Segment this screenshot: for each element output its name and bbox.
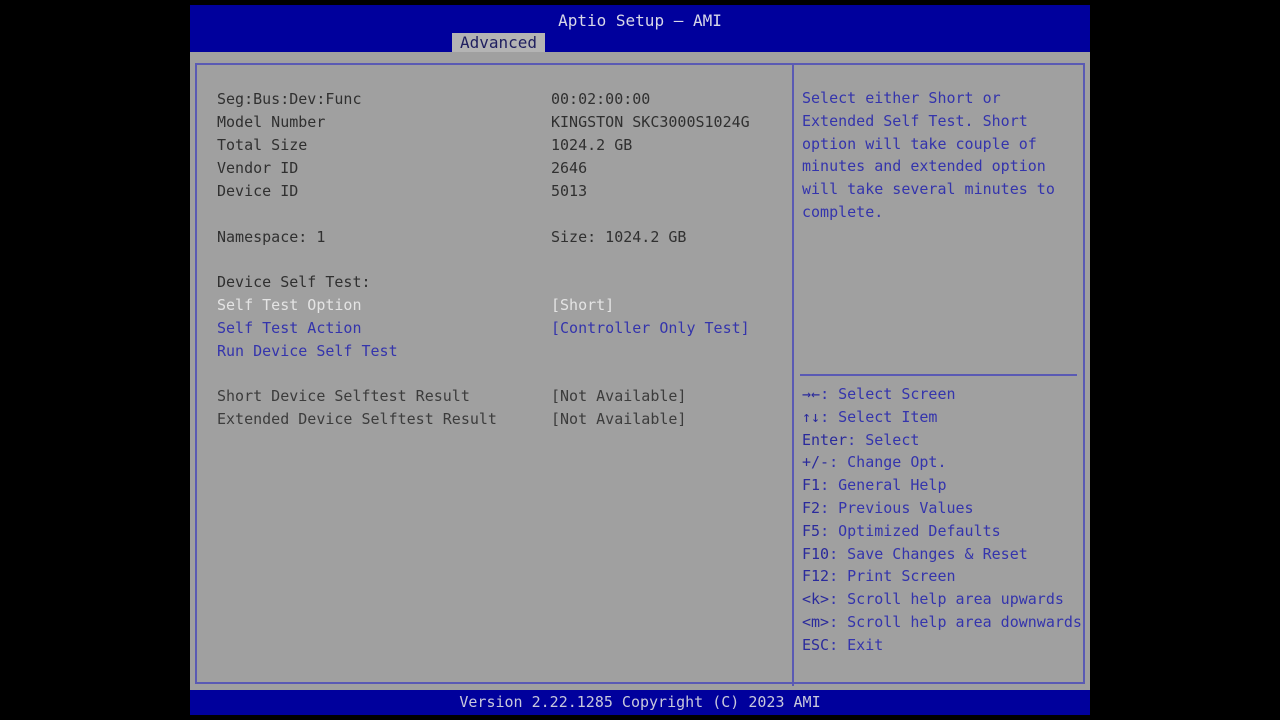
row-label: Self Test Action bbox=[217, 319, 362, 337]
legend-item-change-opt: +/-: Change Opt. bbox=[802, 451, 1082, 474]
legend-item-select-item: ↑↓: Select Item bbox=[802, 406, 1082, 429]
section-header-device-self-test: Device Self Test: bbox=[197, 271, 792, 294]
left-pane: Seg:Bus:Dev:Func 00:02:00:00 Model Numbe… bbox=[197, 65, 792, 686]
menu-item-self-test-action[interactable]: Self Test Action [Controller Only Test] bbox=[197, 317, 792, 340]
legend-key: <m> bbox=[802, 612, 830, 631]
legend-item-f10: F10: Save Changes & Reset bbox=[802, 543, 1082, 566]
row-label: Extended Device Selftest Result bbox=[217, 410, 497, 428]
legend-label: : Previous Values bbox=[820, 498, 974, 517]
status-bar: Version 2.22.1285 Copyright (C) 2023 AMI bbox=[190, 690, 1090, 715]
legend-label: : Exit bbox=[829, 635, 884, 654]
arrows-left-right-icon: →← bbox=[802, 385, 821, 403]
row-label: Seg:Bus:Dev:Func bbox=[217, 90, 362, 108]
menu-item-run-device-self-test[interactable]: Run Device Self Test bbox=[197, 340, 792, 363]
legend-key: Enter bbox=[802, 430, 848, 449]
legend-item-enter: Enter: Select bbox=[802, 429, 1082, 452]
help-text: Select either Short or Extended Self Tes… bbox=[802, 89, 1064, 221]
row-label: Vendor ID bbox=[217, 159, 299, 177]
legend-label: : Select Screen bbox=[820, 385, 956, 403]
table-row: Seg:Bus:Dev:Func 00:02:00:00 bbox=[197, 88, 792, 111]
section-header-label: Device Self Test: bbox=[217, 273, 371, 291]
legend-label: : Select Item bbox=[820, 407, 938, 426]
legend-key: F10 bbox=[802, 544, 830, 563]
namespace-label: Namespace: 1 bbox=[217, 228, 326, 246]
help-pane: Select either Short or Extended Self Tes… bbox=[794, 65, 1085, 686]
legend-key: F2 bbox=[802, 498, 821, 517]
legend-item-scroll-down: <m>: Scroll help area downwards bbox=[802, 611, 1082, 634]
version-text: Version 2.22.1285 Copyright (C) 2023 AMI bbox=[459, 693, 821, 711]
row-label: Device ID bbox=[217, 182, 299, 200]
legend-key: ESC bbox=[802, 635, 830, 654]
legend-label: : Optimized Defaults bbox=[820, 521, 1001, 540]
legend-key: F5 bbox=[802, 521, 821, 540]
body-area: Seg:Bus:Dev:Func 00:02:00:00 Model Numbe… bbox=[190, 56, 1090, 690]
table-row: Total Size 1024.2 GB bbox=[197, 134, 792, 157]
legend-label: : Print Screen bbox=[829, 567, 956, 586]
legend-key: <k> bbox=[802, 590, 830, 609]
legend-label: : Change Opt. bbox=[829, 453, 947, 472]
legend-item-f12: F12: Print Screen bbox=[802, 565, 1082, 588]
row-value: 5013 bbox=[551, 182, 588, 200]
row-label: Model Number bbox=[217, 113, 326, 131]
key-legend: →←: Select Screen ↑↓: Select Item Enter:… bbox=[802, 383, 1082, 657]
row-label: Short Device Selftest Result bbox=[217, 387, 470, 405]
row-value[interactable]: [Controller Only Test] bbox=[551, 317, 750, 340]
namespace-size: Size: 1024.2 GB bbox=[551, 228, 687, 246]
legend-label: : Save Changes & Reset bbox=[829, 544, 1028, 563]
legend-item-esc: ESC: Exit bbox=[802, 634, 1082, 657]
row-value: [Not Available] bbox=[551, 410, 687, 428]
menu-item-self-test-option[interactable]: Self Test Option [Short] bbox=[197, 294, 792, 317]
row-value: [Not Available] bbox=[551, 387, 687, 405]
legend-item-scroll-up: <k>: Scroll help area upwards bbox=[802, 588, 1082, 611]
legend-item-f5: F5: Optimized Defaults bbox=[802, 520, 1082, 543]
page-title: Aptio Setup – AMI bbox=[558, 11, 722, 30]
row-value: 00:02:00:00 bbox=[551, 90, 651, 108]
table-row: Extended Device Selftest Result [Not Ava… bbox=[197, 408, 792, 431]
table-row: Short Device Selftest Result [Not Availa… bbox=[197, 385, 792, 408]
legend-item-f1: F1: General Help bbox=[802, 474, 1082, 497]
table-row: Vendor ID 2646 bbox=[197, 157, 792, 180]
legend-label: : Select bbox=[847, 430, 920, 449]
row-label: Run Device Self Test bbox=[217, 342, 398, 360]
bios-screen: Aptio Setup – AMI Advanced Seg:Bus:Dev:F… bbox=[190, 5, 1090, 715]
row-value: 1024.2 GB bbox=[551, 136, 633, 154]
legend-label: : Scroll help area upwards bbox=[829, 590, 1064, 609]
content-panel: Seg:Bus:Dev:Func 00:02:00:00 Model Numbe… bbox=[195, 63, 1085, 686]
table-row: Device ID 5013 bbox=[197, 180, 792, 203]
legend-item-f2: F2: Previous Values bbox=[802, 497, 1082, 520]
title-bar: Aptio Setup – AMI Advanced bbox=[190, 5, 1090, 52]
arrows-up-down-icon: ↑↓ bbox=[802, 407, 821, 426]
legend-label: : Scroll help area downwards bbox=[829, 612, 1082, 631]
row-label: Total Size bbox=[217, 136, 308, 154]
help-separator bbox=[800, 374, 1077, 376]
row-value: 2646 bbox=[551, 159, 588, 177]
legend-item-select-screen: →←: Select Screen bbox=[802, 383, 1082, 406]
legend-key: F1 bbox=[802, 476, 821, 495]
row-value: KINGSTON SKC3000S1024G bbox=[551, 113, 750, 131]
namespace-row: Namespace: 1 Size: 1024.2 GB bbox=[197, 226, 792, 249]
menu-tab-strip: Advanced bbox=[190, 33, 1090, 52]
legend-key: +/- bbox=[802, 453, 830, 472]
tab-advanced[interactable]: Advanced bbox=[452, 33, 546, 52]
table-row: Model Number KINGSTON SKC3000S1024G bbox=[197, 111, 792, 134]
row-value[interactable]: [Short] bbox=[551, 294, 614, 317]
legend-label: : General Help bbox=[820, 476, 947, 495]
row-label: Self Test Option bbox=[217, 296, 362, 314]
legend-key: F12 bbox=[802, 567, 830, 586]
